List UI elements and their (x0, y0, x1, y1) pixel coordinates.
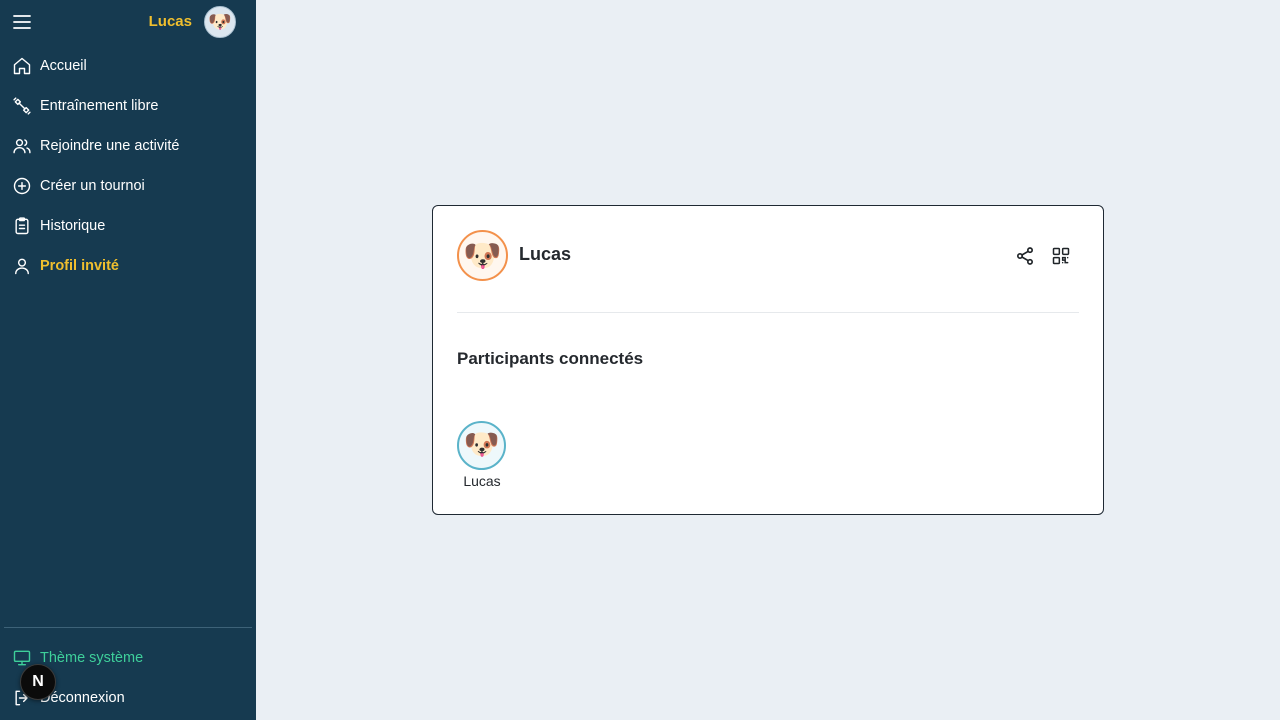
share-button[interactable] (1013, 244, 1037, 268)
card-divider (457, 312, 1079, 313)
sidebar-item-creer-tournoi[interactable]: Créer un tournoi (0, 166, 256, 206)
qr-code-button[interactable] (1049, 244, 1073, 268)
sidebar-item-label: Accueil (40, 58, 87, 74)
home-icon (12, 56, 32, 76)
dumbbell-icon (12, 96, 32, 116)
qr-code-icon (1052, 247, 1070, 265)
sidebar-user-name: Lucas (148, 13, 192, 30)
sidebar-item-label: Historique (40, 218, 106, 234)
menu-toggle-button[interactable] (12, 12, 32, 32)
profile-avatar: 🐶 (457, 230, 508, 281)
sidebar-item-accueil[interactable]: Accueil (0, 46, 256, 86)
participant-item[interactable]: 🐶 Lucas (457, 421, 507, 489)
plus-circle-icon (12, 176, 32, 196)
sidebar-item-label: Profil invité (40, 258, 119, 274)
sidebar-divider (4, 627, 252, 628)
sidebar-item-historique[interactable]: Historique (0, 206, 256, 246)
participants-title: Participants connectés (457, 349, 644, 368)
sidebar-item-profil-invite[interactable]: Profil invité (0, 246, 256, 286)
sidebar-item-label: Entraînement libre (40, 98, 159, 114)
theme-label: Thème système (40, 650, 144, 666)
sidebar: Lucas 🐶 Accueil Entraînement libre Rejoi… (0, 0, 256, 720)
sidebar-item-label: Créer un tournoi (40, 178, 145, 194)
sidebar-item-label: Rejoindre une activité (40, 138, 180, 154)
profile-header: 🐶 Lucas (457, 230, 1079, 282)
users-icon (12, 136, 32, 156)
share-icon (1017, 247, 1033, 265)
sidebar-item-entrainement-libre[interactable]: Entraînement libre (0, 86, 256, 126)
sidebar-nav: Accueil Entraînement libre Rejoindre une… (0, 46, 256, 286)
profile-card: 🐶 Lucas Participants connectés 🐶 Lucas (432, 205, 1104, 515)
sidebar-avatar[interactable]: 🐶 (204, 6, 236, 38)
participant-avatar: 🐶 (457, 421, 506, 470)
participant-name: Lucas (463, 473, 501, 489)
sidebar-item-rejoindre[interactable]: Rejoindre une activité (0, 126, 256, 166)
hamburger-icon (13, 15, 31, 29)
profile-name: Lucas (519, 244, 572, 264)
clipboard-icon (12, 216, 32, 236)
dev-tools-badge[interactable]: N (20, 664, 56, 700)
sidebar-header: Lucas 🐶 (0, 0, 256, 44)
user-icon (12, 256, 32, 276)
